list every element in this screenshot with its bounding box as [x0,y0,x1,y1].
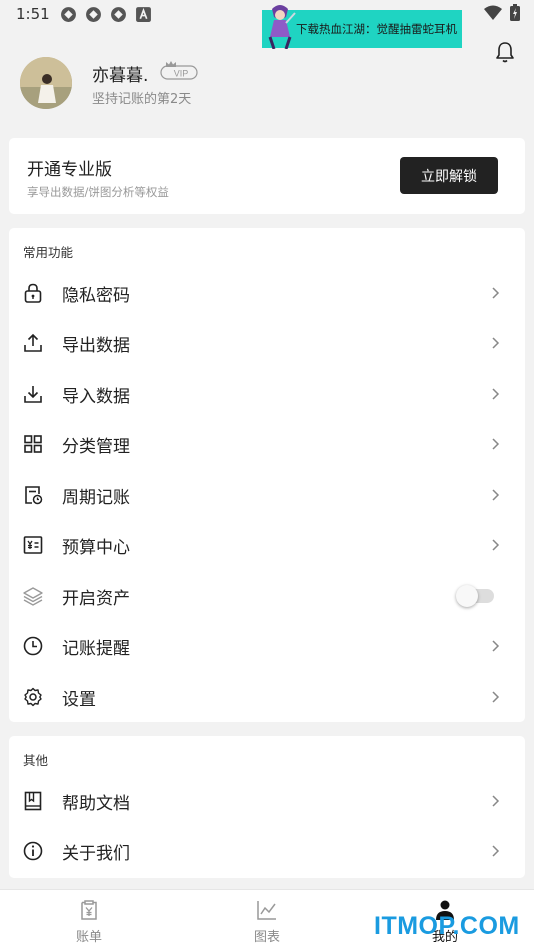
menu-item-label: 周期记账 [62,487,130,508]
upload-icon [24,333,42,352]
tab-label: 账单 [75,930,102,945]
info-icon [23,841,43,861]
menu-item-category-management[interactable]: 分类管理 [9,419,525,469]
a-notification-icon [135,6,151,22]
bill-icon [81,900,97,920]
menu-item-privacy-password[interactable]: 隐私密码 [9,268,525,318]
menu-item-about-us[interactable]: 关于我们 [9,826,525,876]
chevron-right-icon [492,337,500,349]
chevron-right-icon [492,388,500,400]
watermark-logo: ITMOP.COM [374,912,520,940]
menu-item-import-data[interactable]: 导入数据 [9,369,525,419]
menu-item-bookkeeping-reminder[interactable]: 记账提醒 [9,621,525,671]
battery-icon [510,4,520,21]
menu-item-label: 导出数据 [62,335,130,356]
menu-item-label: 开启资产 [62,588,130,609]
vip-badge: VIP [160,61,198,80]
toggle-knob [456,585,478,607]
profile-header[interactable]: 亦暮暮. VIP 坚持记账的第2天 [20,57,480,111]
ad-banner[interactable]: 下载热血江湖：觉醒抽雷蛇耳机 [262,5,462,49]
avatar[interactable] [20,57,72,109]
chevron-right-icon [492,795,500,807]
grid-icon [24,435,42,453]
menu-item-label: 预算中心 [62,537,130,558]
calendar-clock-icon [25,486,43,505]
assets-toggle[interactable] [456,585,494,607]
download-icon [24,386,42,403]
tab-bills[interactable]: 账单 [0,890,178,950]
vip-label: VIP [174,69,189,79]
common-functions-card: 常用功能 隐私密码 导出数据 导入数据 分类管理 周期记账 预算中心 开启资产 [9,228,525,722]
app-notification-icon [85,6,101,22]
chart-icon [257,901,276,920]
chevron-right-icon [492,640,500,652]
app-notification-icon [60,6,76,22]
menu-item-recurring-bookkeeping[interactable]: 周期记账 [9,470,525,520]
profile-subtitle: 坚持记账的第2天 [92,92,192,107]
menu-item-label: 隐私密码 [62,285,130,306]
menu-item-help-docs[interactable]: 帮助文档 [9,776,525,826]
menu-item-label: 设置 [62,689,96,710]
bell-icon[interactable] [493,40,517,64]
layers-icon [23,587,43,606]
wifi-icon [484,5,502,20]
menu-item-enable-assets[interactable]: 开启资产 [9,571,525,621]
section-title: 其他 [23,753,49,768]
chevron-right-icon [492,539,500,551]
menu-item-budget-center[interactable]: 预算中心 [9,520,525,570]
chevron-right-icon [492,489,500,501]
status-time: 1:51 [16,5,50,23]
book-icon [24,791,42,811]
menu-item-label: 导入数据 [62,386,130,407]
gear-icon [24,687,42,707]
tab-charts[interactable]: 图表 [178,890,356,950]
chevron-right-icon [492,287,500,299]
menu-item-label: 分类管理 [62,436,130,457]
menu-item-settings[interactable]: 设置 [9,672,525,722]
menu-item-label: 记账提醒 [62,638,130,659]
ad-text: 下载热血江湖：觉醒抽雷蛇耳机 [296,22,457,36]
username: 亦暮暮. [92,66,149,86]
budget-icon [23,536,43,554]
menu-item-label: 帮助文档 [62,793,130,814]
avatar-photo [20,57,72,109]
pro-upgrade-card: 开通专业版 享导出数据/饼图分析等权益 立即解锁 [9,138,525,214]
game-character-image [268,5,296,49]
lock-icon [24,283,42,303]
unlock-button[interactable]: 立即解锁 [400,157,498,194]
section-title: 常用功能 [23,245,74,260]
chevron-right-icon [492,845,500,857]
clock-icon [23,636,43,656]
other-card: 其他 帮助文档 关于我们 [9,736,525,878]
app-notification-icon [110,6,126,22]
menu-item-export-data[interactable]: 导出数据 [9,318,525,368]
menu-item-label: 关于我们 [62,843,130,864]
pro-title: 开通专业版 [27,160,112,180]
chevron-right-icon [492,438,500,450]
pro-subtitle: 享导出数据/饼图分析等权益 [27,185,169,199]
chevron-right-icon [492,691,500,703]
tab-label: 图表 [253,930,280,945]
